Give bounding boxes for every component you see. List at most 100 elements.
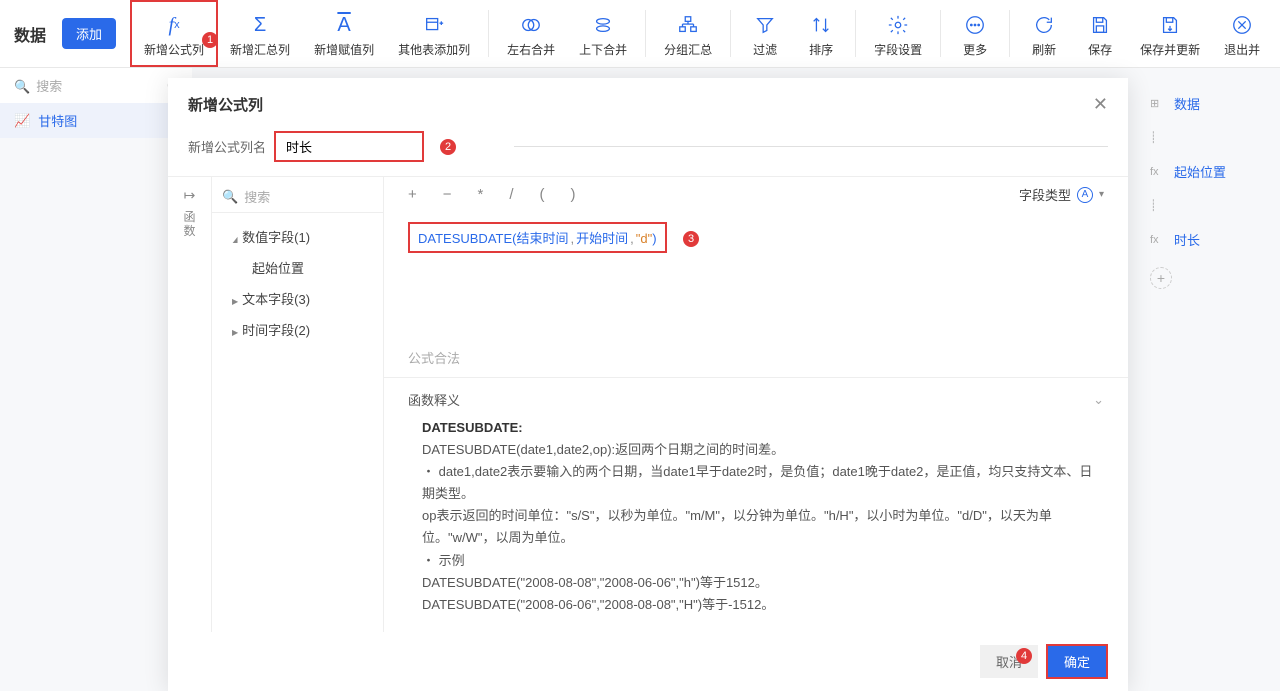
rp-div: ┊ (1140, 193, 1280, 218)
gantt-tab[interactable]: 📈 甘特图 (0, 103, 192, 138)
save-icon (1089, 11, 1111, 39)
tb-label: 新增赋值列 (314, 41, 374, 58)
add-button[interactable]: 添加 (62, 18, 116, 49)
op-plus[interactable]: + (408, 186, 417, 203)
formula-box: DATESUBDATE(结束时间,开始时间,"d") (408, 222, 667, 253)
tb-field-settings[interactable]: 字段设置 (862, 0, 934, 67)
function-tab[interactable]: 函数 (183, 210, 197, 239)
gear-icon (887, 11, 909, 39)
tb-new-assign-col[interactable]: A 新增赋值列 (302, 0, 386, 67)
assign-icon: A (337, 11, 350, 39)
sigma-icon: Σ (254, 11, 266, 39)
fx-icon: fx (1150, 234, 1164, 246)
field-tree: 数值字段(1) 起始位置 文本字段(3) 时间字段(2) (212, 213, 383, 353)
tb-new-sum-col[interactable]: Σ 新增汇总列 (218, 0, 302, 67)
merge-lr-icon (520, 11, 542, 39)
tb-refresh[interactable]: 刷新 (1016, 0, 1072, 67)
help-header[interactable]: 函数释义 ⌄ (408, 390, 1104, 409)
field-start-pos[interactable]: 起始位置 (218, 252, 377, 283)
toolbar: 数据 添加 fx 新增公式列 1 Σ 新增汇总列 A 新增赋值列 其他表添加列 … (0, 0, 1280, 68)
tb-save-update[interactable]: 保存并更新 (1128, 0, 1212, 67)
tb-label: 更多 (963, 41, 987, 58)
fx-icon: fx (1150, 166, 1164, 178)
separator (1009, 10, 1010, 57)
tb-label: 排序 (809, 41, 833, 58)
gantt-label: 甘特图 (38, 111, 77, 130)
operator-bar: + − * / ( ) 字段类型 A ▾ (384, 177, 1128, 212)
tb-sort[interactable]: 排序 (793, 0, 849, 67)
field-search-ph: 搜索 (244, 187, 270, 206)
help-line: DATESUBDATE(date1,date2,op):返回两个日期之间的时间差… (422, 442, 784, 457)
right-panel: ⊞数据 ┊ fx 起始位置 ┊ fx时长 + (1140, 88, 1280, 295)
filter-icon (754, 11, 776, 39)
chevron-down-icon: ⌄ (1093, 392, 1104, 408)
separator (488, 10, 489, 57)
tb-merge-tb[interactable]: 上下合并 (567, 0, 639, 67)
rp-start[interactable]: fx 起始位置 (1140, 156, 1280, 187)
tb-label: 过滤 (753, 41, 777, 58)
tb-filter[interactable]: 过滤 (737, 0, 793, 67)
indent-icon[interactable]: ↦ (184, 187, 196, 204)
rp-div: ┊ (1140, 125, 1280, 150)
modal-title: 新增公式列 (188, 94, 263, 115)
close-icon[interactable]: ✕ (1093, 94, 1108, 115)
field-search[interactable]: 🔍 搜索 (212, 181, 383, 213)
fn-arg: 结束时间 (517, 231, 569, 246)
table-add-icon (423, 11, 445, 39)
field-type-picker[interactable]: 字段类型 A ▾ (1019, 185, 1104, 204)
rp-data[interactable]: ⊞数据 (1140, 88, 1280, 119)
search-bar[interactable]: 🔍搜索 ⟳ (0, 68, 192, 103)
callout-2: 2 (440, 139, 456, 155)
formula-main: + − * / ( ) 字段类型 A ▾ DATESUBDATE(结束时间,开始… (384, 177, 1128, 632)
separator (855, 10, 856, 57)
tb-label: 左右合并 (507, 41, 555, 58)
group-time[interactable]: 时间字段(2) (218, 314, 377, 345)
sort-icon (810, 11, 832, 39)
rp-label: 起始位置 (1174, 162, 1226, 181)
refresh-icon (1033, 11, 1055, 39)
tb-save[interactable]: 保存 (1072, 0, 1128, 67)
separator (645, 10, 646, 57)
group-text[interactable]: 文本字段(3) (218, 283, 377, 314)
ok-button[interactable]: 确定 (1046, 644, 1108, 679)
chevron-down-icon: ▾ (1099, 189, 1104, 200)
op-mult[interactable]: * (478, 186, 484, 203)
op-lparen[interactable]: ( (540, 186, 545, 203)
op-minus[interactable]: − (443, 186, 452, 203)
op-div[interactable]: / (509, 186, 513, 203)
field-panel: 🔍 搜索 数值字段(1) 起始位置 文本字段(3) 时间字段(2) (212, 177, 384, 632)
tb-label: 上下合并 (579, 41, 627, 58)
op-rparen[interactable]: ) (571, 186, 576, 203)
tb-label: 刷新 (1032, 41, 1056, 58)
tb-label: 退出并 (1224, 41, 1260, 58)
db-icon: ⊞ (1150, 97, 1164, 110)
tb-other-table-col[interactable]: 其他表添加列 (386, 0, 482, 67)
modal-body: ↦ 函数 🔍 搜索 数值字段(1) 起始位置 文本字段(3) 时间字段(2) +… (168, 176, 1128, 632)
callout-3: 3 (683, 231, 699, 247)
callout-4: 4 (1016, 648, 1032, 664)
tb-exit[interactable]: 退出并 (1212, 0, 1272, 67)
tb-label: 保存并更新 (1140, 41, 1200, 58)
modal-footer: 取消 4 确定 (168, 632, 1128, 691)
rp-duration[interactable]: fx时长 (1140, 224, 1280, 255)
page-title: 数据 (14, 22, 46, 46)
fn-arg: "d" (636, 231, 652, 246)
name-input[interactable] (274, 131, 424, 162)
name-label: 新增公式列名 (188, 137, 266, 156)
merge-tb-icon (592, 11, 614, 39)
group-numeric[interactable]: 数值字段(1) (218, 221, 377, 252)
help-line: op表示返回的时间单位："s/S"，以秒为单位。"m/M"，以分钟为单位。"h/… (422, 508, 1052, 545)
rp-add-button[interactable]: + (1150, 267, 1172, 289)
tb-group-sum[interactable]: 分组汇总 (652, 0, 724, 67)
formula-editor[interactable]: DATESUBDATE(结束时间,开始时间,"d") 3 (384, 212, 1128, 342)
help-title: 函数释义 (408, 390, 460, 409)
tb-more[interactable]: 更多 (947, 0, 1003, 67)
toolbar-items: fx 新增公式列 1 Σ 新增汇总列 A 新增赋值列 其他表添加列 左右合并 上… (130, 0, 1280, 67)
help-panel: 函数释义 ⌄ DATESUBDATE: DATESUBDATE(date1,da… (384, 377, 1128, 632)
chart-icon: 📈 (14, 113, 30, 129)
underline (514, 146, 1108, 147)
exit-icon (1231, 11, 1253, 39)
tb-new-formula-col[interactable]: fx 新增公式列 1 (130, 0, 218, 67)
tb-merge-lr[interactable]: 左右合并 (495, 0, 567, 67)
search-icon: 🔍 (222, 189, 238, 205)
